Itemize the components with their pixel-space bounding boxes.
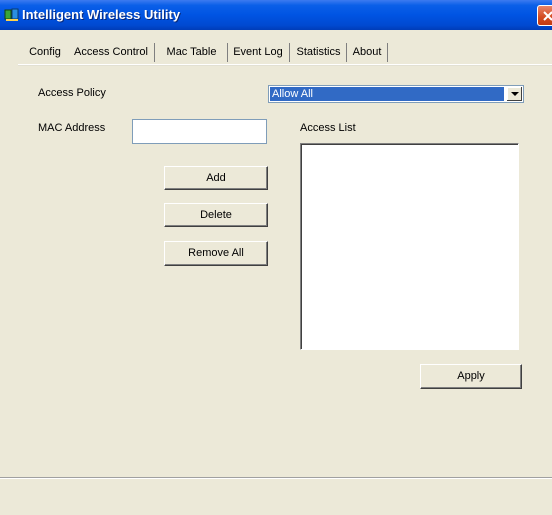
- status-bar-divider-highlight: [0, 478, 552, 479]
- window-title: Intelligent Wireless Utility: [22, 7, 181, 22]
- tab-divider: [387, 43, 388, 62]
- app-window: Intelligent Wireless Utility Config Acce…: [0, 0, 552, 515]
- mac-address-input[interactable]: [132, 119, 267, 144]
- close-icon: [543, 11, 552, 21]
- tab-divider: [154, 43, 155, 62]
- tab-panel-border-shadow: [18, 65, 552, 66]
- tab-mac-table[interactable]: Mac Table: [159, 42, 224, 64]
- title-bar[interactable]: Intelligent Wireless Utility: [0, 0, 552, 30]
- tab-divider: [227, 43, 228, 62]
- tab-divider: [346, 43, 347, 62]
- close-button[interactable]: [537, 5, 552, 26]
- access-list-box[interactable]: [300, 143, 519, 350]
- tab-about[interactable]: About: [349, 42, 385, 64]
- wireless-utility-icon: [4, 7, 20, 23]
- chevron-down-icon: [511, 92, 519, 96]
- access-policy-select[interactable]: Allow All: [268, 85, 524, 103]
- add-button[interactable]: Add: [164, 166, 268, 190]
- delete-button[interactable]: Delete: [164, 203, 268, 227]
- dropdown-button[interactable]: [506, 87, 522, 101]
- mac-address-label: MAC Address: [38, 122, 106, 134]
- tab-strip: Config Access Control Mac Table Event Lo…: [18, 40, 552, 64]
- tab-config[interactable]: Config: [28, 42, 62, 64]
- apply-button[interactable]: Apply: [420, 364, 522, 389]
- tab-statistics[interactable]: Statistics: [293, 42, 344, 64]
- remove-all-button[interactable]: Remove All: [164, 241, 268, 266]
- access-policy-selected-value: Allow All: [270, 87, 504, 101]
- tab-event-log[interactable]: Event Log: [231, 42, 285, 64]
- access-policy-label: Access Policy: [38, 87, 106, 99]
- tab-access-control[interactable]: Access Control: [70, 40, 152, 64]
- access-list-label: Access List: [300, 122, 356, 134]
- tab-divider: [289, 43, 290, 62]
